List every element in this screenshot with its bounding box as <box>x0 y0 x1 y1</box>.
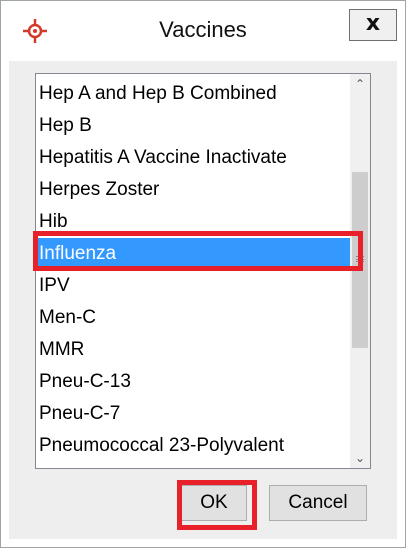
vaccine-list-items: Hep A and Hep B Combined Hep B Hepatitis A… <box>36 74 350 468</box>
list-item[interactable]: Pneu-C-13 <box>36 366 350 398</box>
list-item[interactable]: Pneu-C-7 <box>36 398 350 430</box>
list-item[interactable]: Hepatitis A Vaccine Inactivate <box>36 142 350 174</box>
vaccines-dialog: Vaccines x Hep A and Hep B Combined Hep B… <box>0 0 406 548</box>
list-item[interactable]: Hep A and Hep B Combined <box>36 78 350 110</box>
vertical-scrollbar[interactable]: ⌃ ⌄ <box>350 74 370 468</box>
list-item[interactable]: Hep B <box>36 110 350 142</box>
scroll-down-arrow-icon[interactable]: ⌄ <box>350 448 370 468</box>
list-item[interactable]: Herpes Zoster <box>36 174 350 206</box>
scroll-up-arrow-icon[interactable]: ⌃ <box>350 74 370 94</box>
ok-annotation-box <box>177 480 257 530</box>
list-item[interactable]: IPV <box>36 270 350 302</box>
selection-annotation-box <box>33 231 363 271</box>
dialog-body: Hep A and Hep B Combined Hep B Hepatitis A… <box>9 61 397 539</box>
list-item[interactable]: Pneumococcal 23-Polyvalent <box>36 430 350 462</box>
title-bar[interactable]: Vaccines x <box>1 1 405 61</box>
vaccine-list[interactable]: Hep A and Hep B Combined Hep B Hepatitis A… <box>35 73 371 469</box>
close-button[interactable]: x <box>349 9 397 41</box>
list-item[interactable]: Men-C <box>36 302 350 334</box>
dialog-title: Vaccines <box>159 17 247 42</box>
cancel-button[interactable]: Cancel <box>269 485 367 521</box>
list-item[interactable]: MMR <box>36 334 350 366</box>
